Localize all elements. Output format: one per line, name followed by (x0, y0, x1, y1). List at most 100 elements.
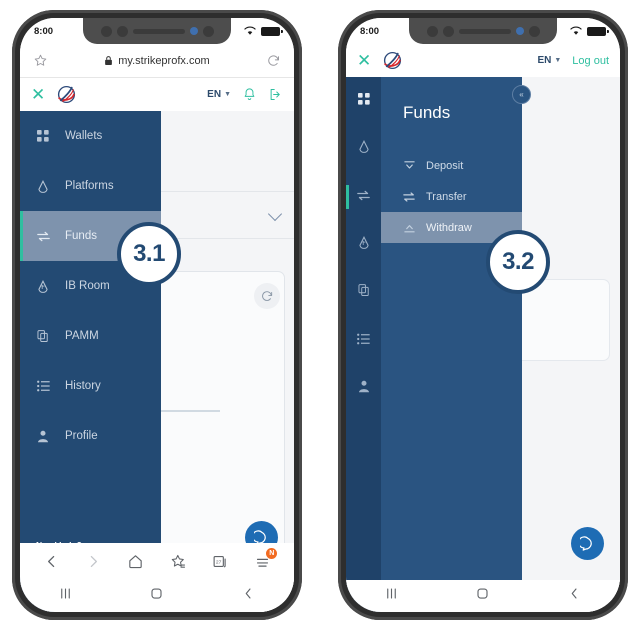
android-recents-button[interactable] (384, 586, 399, 606)
android-recents-button[interactable] (58, 586, 73, 606)
submenu-title: Funds (403, 103, 451, 122)
callout-badge-3-2: 3.2 (486, 230, 550, 294)
rail-item-history[interactable] (346, 317, 381, 365)
browser-menu-button[interactable]: N (254, 548, 278, 570)
phone-notch (409, 18, 557, 44)
sidebar-item-history[interactable]: History (20, 361, 161, 411)
rail-item-profile[interactable] (346, 365, 381, 413)
svg-text:27: 27 (216, 560, 222, 566)
android-home-button[interactable] (149, 586, 164, 606)
deposit-arrow-icon (403, 160, 415, 171)
browser-tabs-button[interactable]: 27 (212, 553, 229, 570)
language-selector[interactable]: EN ▼ (537, 55, 561, 66)
url-display[interactable]: my.strikeprofx.com (104, 54, 210, 67)
language-label: EN (207, 89, 222, 100)
double-chevron-left-icon[interactable]: « (512, 85, 531, 104)
chevron-down-icon: ▼ (554, 57, 562, 64)
rail-item-wallets[interactable] (346, 77, 381, 125)
chat-bubble-button[interactable] (571, 527, 604, 560)
browser-back-button[interactable] (43, 553, 60, 570)
app-header-left: ✕ (357, 50, 403, 71)
battery-icon (587, 26, 609, 36)
phone-left-screen: 8:00 my.strikeprofx.com ✕ EN ▼ Wallets P… (20, 18, 294, 612)
submenu-item-transfer[interactable]: Transfer (381, 181, 522, 212)
phone-right: 8:00 ✕ EN ▼ Log out Funds « Deposit Tran… (338, 10, 628, 620)
sidebar-item-platforms[interactable]: Platforms (20, 161, 161, 211)
rail-item-funds[interactable] (346, 173, 381, 221)
sidebar-label: Profile (65, 430, 98, 442)
submenu-label: Deposit (426, 159, 464, 172)
list-icon (36, 380, 50, 392)
phone-notch (83, 18, 231, 44)
android-home-button[interactable] (475, 586, 490, 606)
sidebar-item-pamm[interactable]: PAMM (20, 311, 161, 361)
sidebar-label: History (65, 380, 101, 392)
navigation-drawer: Wallets Platforms Funds IB Room PAMM His… (20, 111, 161, 612)
strikeprofx-logo (56, 84, 77, 105)
sidebar-label: Platforms (65, 180, 114, 192)
sidebar-label: Funds (65, 230, 97, 242)
camera-icon (100, 25, 112, 37)
browser-forward-button[interactable] (85, 553, 102, 570)
browser-bottom-bar: 27 N (20, 543, 294, 580)
url-text: my.strikeprofx.com (118, 54, 210, 67)
select-chevron-down-icon[interactable] (267, 206, 283, 222)
browser-bookmarks-button[interactable] (170, 553, 187, 570)
reload-icon[interactable] (266, 53, 281, 68)
strikeprofx-logo (382, 50, 403, 71)
speaker-grill (132, 28, 185, 34)
submenu-item-deposit[interactable]: Deposit (381, 150, 522, 181)
app-header: ✕ EN ▼ Log out (346, 44, 620, 77)
refresh-clock-icon[interactable] (254, 283, 280, 309)
rail-item-platforms[interactable] (346, 125, 381, 173)
close-x-icon[interactable]: ✕ (357, 52, 371, 69)
rail-item-ib-room[interactable] (346, 221, 381, 269)
app-content: Leverage 100 Wallets (20, 111, 294, 612)
logout-arrow-icon[interactable] (268, 87, 283, 102)
copy-icon (357, 284, 370, 302)
funds-submenu-panel: Funds « Deposit Transfer Withdraw (381, 77, 531, 612)
status-time: 8:00 (360, 25, 380, 37)
droplet-icon (36, 179, 50, 193)
copy-icon (36, 329, 50, 343)
language-selector[interactable]: EN ▼ (207, 89, 231, 100)
sensor2-icon (528, 25, 540, 37)
android-nav-bar (20, 580, 294, 612)
close-x-icon[interactable]: ✕ (31, 86, 45, 103)
wifi-icon (244, 26, 256, 35)
browser-home-button[interactable] (127, 553, 144, 570)
exchange-icon (357, 188, 370, 206)
icon-rail (346, 77, 381, 612)
battery-icon (261, 26, 283, 36)
transfer-arrows-icon (403, 191, 415, 202)
android-back-button[interactable] (241, 586, 256, 606)
exchange-icon (36, 231, 50, 242)
camera-icon (426, 25, 438, 37)
lock-icon (105, 56, 113, 65)
phone-right-screen: 8:00 ✕ EN ▼ Log out Funds « Deposit Tran… (346, 18, 620, 612)
language-label: EN (537, 55, 552, 66)
sidebar-item-profile[interactable]: Profile (20, 411, 161, 461)
app-header-right: EN ▼ (207, 87, 283, 102)
logout-button[interactable]: Log out (572, 55, 609, 67)
sidebar-item-wallets[interactable]: Wallets (20, 111, 161, 161)
status-indicators (244, 26, 283, 36)
star-outline-icon[interactable] (33, 53, 48, 68)
front-camera-icon (189, 27, 198, 35)
grid-squares-icon (36, 130, 50, 142)
menu-badge: N (266, 548, 278, 559)
status-time: 8:00 (34, 25, 54, 37)
browser-url-bar[interactable]: my.strikeprofx.com (20, 44, 294, 78)
grid-squares-icon (357, 92, 370, 110)
app-header-left: ✕ (31, 84, 77, 105)
callout-badge-3-1: 3.1 (117, 222, 181, 286)
app-header-right: EN ▼ Log out (537, 55, 609, 67)
bell-icon[interactable] (242, 87, 257, 102)
person-icon (36, 430, 50, 443)
android-back-button[interactable] (567, 586, 582, 606)
speaker-grill (458, 28, 511, 34)
rail-item-pamm[interactable] (346, 269, 381, 317)
screenshot-stage: 8:00 my.strikeprofx.com ✕ EN ▼ Wallets P… (0, 0, 640, 630)
ib-badge-icon (36, 279, 50, 293)
wifi-icon (570, 26, 582, 35)
